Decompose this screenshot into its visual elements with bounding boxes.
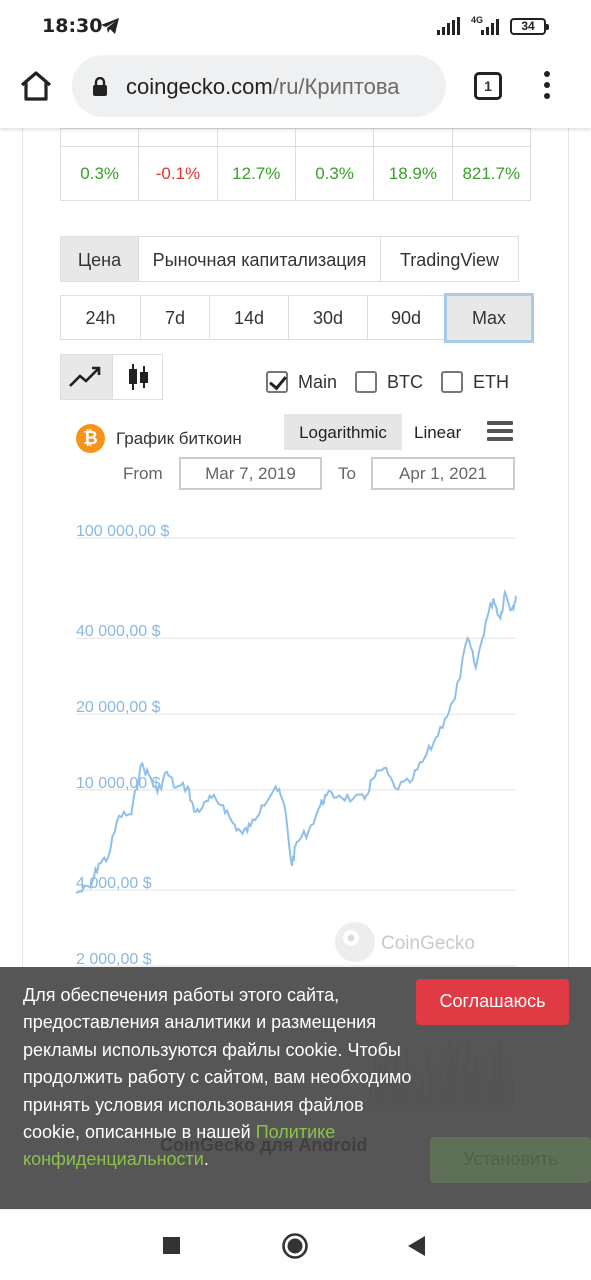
cookie-message: Для обеспечения работы этого сайта, пред… xyxy=(23,985,412,1143)
y-tick-label: 40 000,00 $ xyxy=(76,623,161,640)
back-icon[interactable] xyxy=(405,1234,427,1258)
status-time: 18:30 xyxy=(42,15,103,37)
chart-type-tabs: Цена Рыночная капитализация TradingView xyxy=(60,236,519,282)
change-cell: 0.3% xyxy=(59,146,140,201)
range-7d[interactable]: 7d xyxy=(140,295,209,340)
eth-checkbox[interactable] xyxy=(441,371,464,393)
y-tick-label: 4 000,00 $ xyxy=(76,875,152,892)
line-chart-icon xyxy=(69,366,101,387)
time-range-tabs: 24h 7d 14d 30d 90d Max xyxy=(60,293,534,343)
btc-toggle[interactable]: BTC xyxy=(355,371,423,393)
install-button[interactable]: Установить xyxy=(430,1137,591,1183)
status-bar: 18:30 4G 34 xyxy=(0,0,591,52)
tab-market-cap[interactable]: Рыночная капитализация xyxy=(139,237,381,281)
from-date-input[interactable]: Mar 7, 2019 xyxy=(179,457,322,490)
telegram-icon xyxy=(101,18,119,34)
signal-icon-2 xyxy=(481,19,499,35)
to-date-input[interactable]: Apr 1, 2021 xyxy=(371,457,515,490)
change-cell: 821.7% xyxy=(451,146,532,201)
chart-menu-icon[interactable] xyxy=(487,421,513,445)
eth-toggle[interactable]: ETH xyxy=(441,371,509,393)
recents-icon[interactable] xyxy=(162,1236,182,1256)
main-toggle[interactable]: Main xyxy=(266,371,337,393)
chart-view-toggle xyxy=(60,354,163,400)
candlestick-icon xyxy=(129,364,148,390)
url-domain: coingecko.com xyxy=(126,74,273,99)
btc-checkbox[interactable] xyxy=(355,371,378,393)
android-nav-bar xyxy=(0,1209,591,1280)
change-table-row: 0.3% -0.1% 12.7% 0.3% 18.9% 821.7% xyxy=(59,146,532,201)
y-tick-label: 2 000,00 $ xyxy=(76,951,152,968)
cookie-text: Для обеспечения работы этого сайта, пред… xyxy=(23,982,415,1174)
range-max[interactable]: Max xyxy=(444,293,534,343)
address-bar[interactable]: coingecko.com/ru/Криптова xyxy=(72,55,446,117)
series-toggles: Main BTC ETH xyxy=(266,371,527,393)
price-change-table: 0.3% -0.1% 12.7% 0.3% 18.9% 821.7% xyxy=(59,128,532,201)
candlestick-button[interactable] xyxy=(112,355,163,399)
change-cell: 18.9% xyxy=(373,146,453,201)
signal-icon xyxy=(437,17,460,35)
y-tick-label: 20 000,00 $ xyxy=(76,699,161,716)
chart-title: График биткоин xyxy=(116,429,242,448)
linear-button[interactable]: Linear xyxy=(414,423,461,443)
range-24h[interactable]: 24h xyxy=(60,295,140,340)
battery-icon: 34 xyxy=(510,18,549,35)
home-icon[interactable] xyxy=(18,68,54,104)
coingecko-watermark: CoinGecko xyxy=(335,922,475,962)
tab-switcher-button[interactable]: 1 xyxy=(474,72,502,100)
to-label: To xyxy=(338,464,356,483)
tab-tradingview[interactable]: TradingView xyxy=(381,237,518,281)
y-tick-label: 10 000,00 $ xyxy=(76,775,161,792)
range-14d[interactable]: 14d xyxy=(209,295,288,340)
line-chart-button[interactable] xyxy=(61,355,112,399)
btc-label: BTC xyxy=(387,371,424,392)
eth-label: ETH xyxy=(473,371,510,392)
tab-price[interactable]: Цена xyxy=(61,237,139,281)
main-label: Main xyxy=(298,371,338,392)
from-label: From xyxy=(123,464,163,483)
logarithmic-button[interactable]: Logarithmic xyxy=(284,414,402,450)
overflow-menu-icon[interactable] xyxy=(544,71,552,103)
url-path: /ru/Криптова xyxy=(272,74,400,99)
home-nav-icon[interactable] xyxy=(281,1232,309,1260)
accept-cookies-button[interactable]: Соглашаюсь xyxy=(416,979,569,1025)
change-table-header xyxy=(59,128,532,147)
cookie-tail: . xyxy=(203,1149,209,1170)
browser-toolbar: coingecko.com/ru/Криптова 1 xyxy=(0,52,591,128)
url-text: coingecko.com/ru/Криптова xyxy=(126,74,400,100)
y-tick-label: 100 000,00 $ xyxy=(76,523,170,540)
cookie-banner: CoinGecko для Android Установить Для обе… xyxy=(0,967,591,1209)
change-cell: -0.1% xyxy=(138,146,218,201)
lock-icon xyxy=(93,77,107,96)
bitcoin-logo-icon: ₿ xyxy=(76,424,105,453)
chart-header: ₿ График биткоин Logarithmic Linear xyxy=(76,414,522,454)
change-cell: 12.7% xyxy=(216,146,296,201)
watermark-text: CoinGecko xyxy=(381,933,475,954)
change-cell: 0.3% xyxy=(294,146,375,201)
main-checkbox[interactable] xyxy=(266,371,288,393)
range-90d[interactable]: 90d xyxy=(367,295,444,340)
range-30d[interactable]: 30d xyxy=(288,295,367,340)
